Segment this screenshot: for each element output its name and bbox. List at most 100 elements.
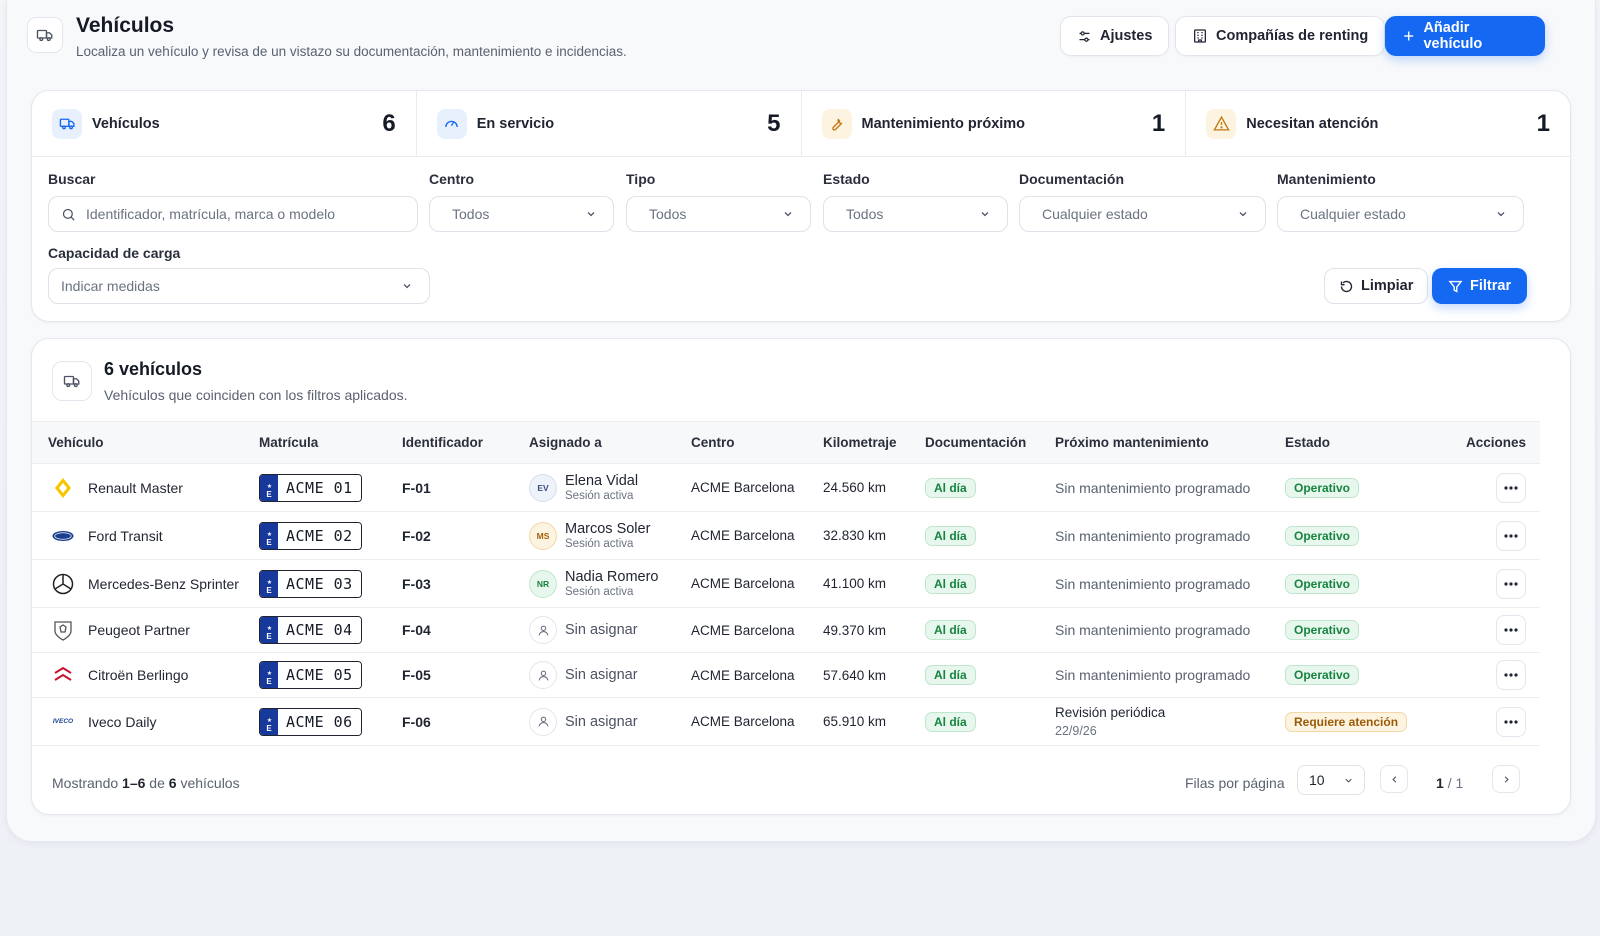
results-subtitle: Vehículos que coinciden con los filtros … <box>104 387 408 403</box>
rows-per-page-label: Filas por página <box>1185 775 1285 791</box>
stat-value: 1 <box>1151 109 1166 137</box>
filter-button[interactable]: Filtrar <box>1432 268 1528 304</box>
centro-value: ACME Barcelona <box>691 576 795 591</box>
documentation-badge: Al día <box>925 477 976 498</box>
chevron-down-icon <box>784 212 792 217</box>
reset-icon <box>1340 280 1353 292</box>
search-input[interactable]: Identificador, matrícula, marca o modelo <box>48 196 418 232</box>
stat-label: Necesitan atención <box>1246 115 1379 132</box>
vehicle-identifier: F-05 <box>402 667 431 683</box>
mantenimiento-select[interactable]: Cualquier estado <box>1277 196 1524 232</box>
col-kilometraje[interactable]: Kilometraje <box>823 422 925 464</box>
vehicle-name[interactable]: Renault Master <box>88 480 183 496</box>
col-proximo-mantenimiento[interactable]: Próximo mantenimiento <box>1055 422 1285 464</box>
assignee-name: Sin asignar <box>565 622 638 638</box>
showing-count: Mostrando 1–6 de 6 vehículos <box>52 775 240 791</box>
documentation-badge: Al día <box>925 525 976 546</box>
capacidad-select[interactable]: Indicar medidas <box>48 268 430 304</box>
license-plate: ★ E ACME 02 <box>259 521 362 550</box>
table-header-row: Vehículo Matrícula Identificador Asignad… <box>32 421 1540 464</box>
vehicle-name[interactable]: Iveco Daily <box>88 714 156 730</box>
renting-companies-button[interactable]: Compañías de renting <box>1175 16 1386 56</box>
table-row[interactable]: Citroën Berlingo ★ E ACME 05 F-05 Sin asignar… <box>32 652 1540 698</box>
chevron-down-icon <box>403 284 411 289</box>
more-horizontal-icon <box>1504 673 1518 677</box>
vehicle-name[interactable]: Citroën Berlingo <box>88 667 188 683</box>
eu-flag-icon: ★ E <box>260 474 278 501</box>
status-badge: Operativo <box>1285 665 1360 685</box>
estado-select[interactable]: Todos <box>823 196 1008 232</box>
filter-icon <box>1448 280 1463 293</box>
chevron-down-icon <box>981 212 989 217</box>
row-actions-button[interactable] <box>1496 472 1526 503</box>
assignee-name: Elena Vidal <box>565 472 639 489</box>
truck-icon <box>27 17 63 53</box>
table-row[interactable]: Ford Transit ★ E ACME 02 F-02 MS Marcos Soler S… <box>32 511 1540 560</box>
showing-suffix: vehículos <box>180 775 240 791</box>
vehicles-table: Vehículo Matrícula Identificador Asignad… <box>32 421 1540 746</box>
tipo-select[interactable]: Todos <box>626 196 811 232</box>
showing-total: 6 <box>168 775 177 791</box>
col-centro[interactable]: Centro <box>691 422 823 464</box>
mileage: 32.830 km <box>823 528 887 543</box>
settings-button[interactable]: Ajustes <box>1060 16 1170 56</box>
col-estado[interactable]: Estado <box>1285 422 1425 464</box>
centro-label: Centro <box>429 171 475 187</box>
documentation-badge: Al día <box>925 573 976 594</box>
avatar: EV <box>529 473 557 502</box>
table-row[interactable]: Peugeot Partner ★ E ACME 04 F-04 Sin asignar A… <box>32 607 1540 653</box>
clear-button[interactable]: Limpiar <box>1324 268 1429 304</box>
row-actions-button[interactable] <box>1496 520 1526 551</box>
renting-label: Compañías de renting <box>1216 28 1369 44</box>
license-plate: ★ E ACME 05 <box>259 661 362 689</box>
estado-label: Estado <box>823 171 870 187</box>
col-asignado[interactable]: Asignado a <box>529 422 691 464</box>
col-identificador[interactable]: Identificador <box>402 422 529 464</box>
user-icon <box>529 616 557 644</box>
mantenimiento-label: Mantenimiento <box>1277 171 1376 187</box>
col-documentacion[interactable]: Documentación <box>925 422 1055 464</box>
documentacion-select[interactable]: Cualquier estado <box>1019 196 1266 232</box>
plate-country: E <box>266 723 272 733</box>
mercedes-logo-icon <box>52 573 74 595</box>
row-actions-button[interactable] <box>1496 568 1526 599</box>
more-horizontal-icon <box>1504 485 1518 490</box>
documentation-badge: Al día <box>925 620 976 640</box>
col-vehiculo[interactable]: Vehículo <box>32 422 259 464</box>
table-row[interactable]: IVECO Iveco Daily ★ E ACME 06 F-06 Sin asignar… <box>32 697 1540 746</box>
documentacion-value: Cualquier estado <box>1042 206 1148 222</box>
capacidad-value: Indicar medidas <box>61 278 160 294</box>
search-placeholder: Identificador, matrícula, marca o modelo <box>86 206 336 222</box>
stats-row: Vehículos 6 En servicio 5 Mantenimiento … <box>32 91 1570 157</box>
page-current: 1 <box>1436 775 1444 791</box>
showing-mid: de <box>149 775 165 791</box>
vehicle-name[interactable]: Ford Transit <box>88 528 163 544</box>
stat-label: En servicio <box>476 115 555 132</box>
prev-page-button[interactable] <box>1380 765 1408 793</box>
filters-card: Vehículos 6 En servicio 5 Mantenimiento … <box>31 90 1571 322</box>
mileage: 41.100 km <box>823 576 887 591</box>
table-row[interactable]: Mercedes-Benz Sprinter ★ E ACME 03 F-03 NR Nad… <box>32 559 1540 608</box>
status-badge: Operativo <box>1285 573 1360 594</box>
plate-number: ACME 04 <box>278 617 361 643</box>
row-actions-button[interactable] <box>1496 615 1526 645</box>
col-acciones: Acciones <box>1465 435 1526 450</box>
row-actions-button[interactable] <box>1496 706 1526 737</box>
centro-select[interactable]: Todos <box>429 196 614 232</box>
maintenance-date: 22/9/26 <box>1055 723 1097 738</box>
estado-value: Todos <box>846 206 884 222</box>
rows-per-page-select[interactable]: 10 <box>1297 765 1365 795</box>
table-row[interactable]: Renault Master ★ E ACME 01 F-01 EV Elena Vidal… <box>32 463 1540 512</box>
status-badge: Operativo <box>1285 620 1360 640</box>
col-matricula[interactable]: Matrícula <box>259 422 402 464</box>
row-actions-button[interactable] <box>1496 660 1526 690</box>
plate-country: E <box>266 677 272 686</box>
peugeot-logo-icon <box>52 619 74 641</box>
vehicle-name[interactable]: Mercedes-Benz Sprinter <box>88 576 239 592</box>
add-vehicle-button[interactable]: Añadir vehículo <box>1385 16 1545 56</box>
vehicle-name[interactable]: Peugeot Partner <box>88 622 190 638</box>
search-icon <box>62 208 75 221</box>
next-page-button[interactable] <box>1492 765 1520 793</box>
eu-flag-icon: ★ E <box>260 708 278 735</box>
sliders-icon <box>1079 30 1090 42</box>
